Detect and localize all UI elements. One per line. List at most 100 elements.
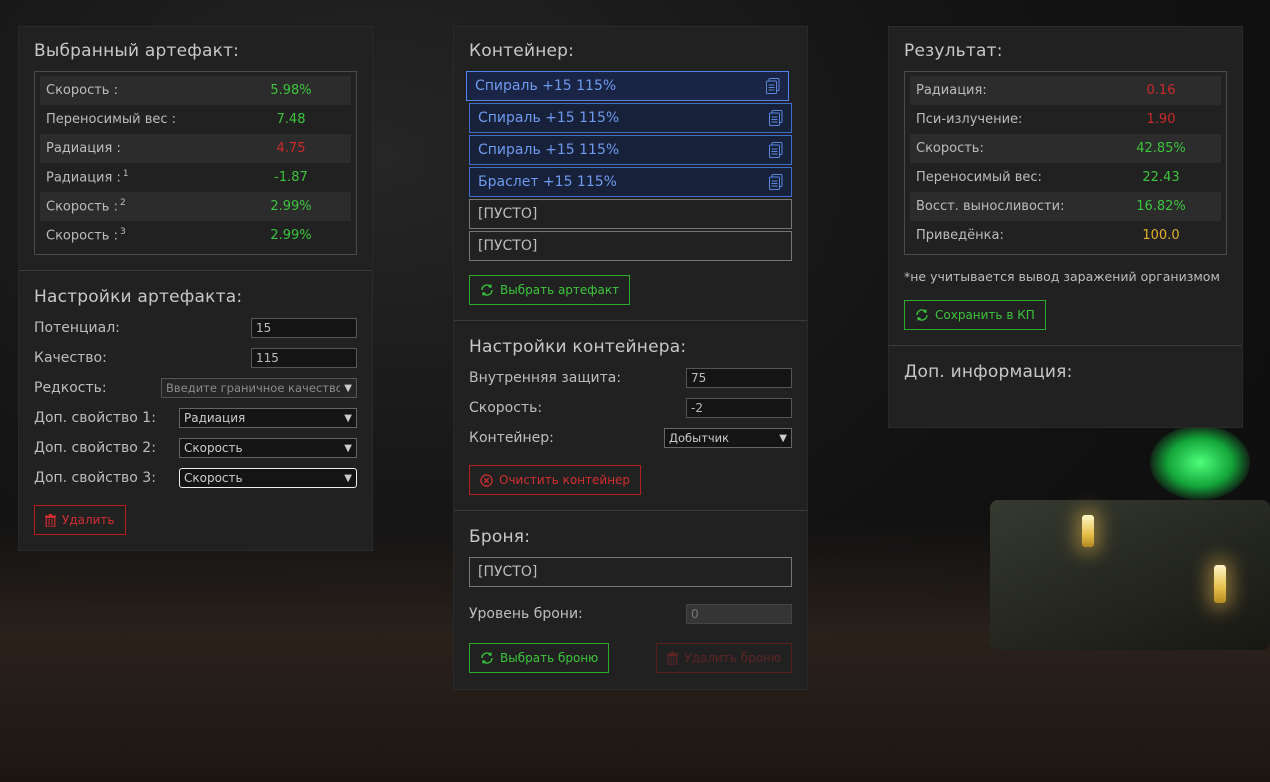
artifact-stat-row: Радиация :1 -1.87 [40, 163, 351, 192]
stat-label: Приведёнка: [916, 228, 1004, 243]
container-section: Контейнер: Спираль +15 115% Спираль +15 … [454, 27, 807, 321]
extra1-select-value: Радиация [184, 411, 246, 425]
stat-value: 5.98% [270, 83, 312, 98]
container-speed-input[interactable]: -2 [686, 398, 792, 418]
document-icon[interactable] [769, 142, 783, 158]
armor-level-input[interactable]: 0 [686, 604, 792, 624]
result-stat-row: Радиация: 0.16 [910, 76, 1221, 105]
trash-icon [667, 651, 679, 665]
stat-label: Радиация : [46, 141, 121, 156]
extra3-row: Доп. свойство 3: Скорость ▼ [34, 463, 357, 493]
slot-label: Спираль +15 115% [478, 110, 620, 126]
rarity-row: Редкость: Введите граничное качество ▼ [34, 373, 357, 403]
protection-input[interactable]: 75 [686, 368, 792, 388]
rarity-select[interactable]: Введите граничное качество ▼ [161, 378, 357, 398]
container-speed-row: Скорость: -2 [469, 393, 792, 423]
container-slot[interactable]: Браслет +15 115% [469, 167, 792, 197]
background-candle [1214, 565, 1226, 603]
document-icon[interactable] [769, 174, 783, 190]
quality-label: Качество: [34, 350, 107, 366]
stat-label: Скорость : [46, 228, 118, 244]
delete-artifact-button[interactable]: Удалить [34, 505, 126, 535]
result-section: Результат: Радиация: 0.16 Пси-излучение:… [889, 27, 1242, 346]
armor-slot-label: [ПУСТО] [478, 564, 538, 580]
result-stat-row: Восст. выносливости: 16.82% [910, 192, 1221, 221]
container-settings-title: Настройки контейнера: [469, 337, 687, 357]
extra1-row: Доп. свойство 1: Радиация ▼ [34, 403, 357, 433]
trash-icon [45, 513, 56, 527]
extra3-select-value: Скорость [184, 471, 243, 485]
stat-label: Скорость : [46, 199, 118, 215]
stat-superscript: 1 [122, 169, 129, 180]
artifact-stat-row: Радиация : 4.75 [40, 134, 351, 163]
chevron-down-icon: ▼ [344, 412, 352, 424]
container-settings-section: Настройки контейнера: Внутренняя защита:… [454, 321, 807, 511]
result-panel: Результат: Радиация: 0.16 Пси-излучение:… [888, 26, 1243, 428]
stat-label: Переносимый вес: [916, 170, 1042, 185]
stat-label: Пси-излучение: [916, 112, 1023, 127]
container-slot[interactable]: Спираль +15 115% [469, 103, 792, 133]
refresh-icon [916, 309, 928, 321]
select-artifact-button[interactable]: Выбрать артефакт [469, 275, 631, 305]
slot-label: [ПУСТО] [478, 238, 538, 254]
stat-value: 4.75 [276, 141, 306, 156]
artifact-settings-title: Настройки артефакта: [34, 287, 243, 307]
container-type-select[interactable]: Добытчик ▼ [664, 428, 792, 448]
extra2-select[interactable]: Скорость ▼ [179, 438, 357, 458]
stat-label: Восст. выносливости: [916, 199, 1065, 214]
artifact-stat-row: Скорость :2 2.99% [40, 192, 351, 221]
quality-input[interactable]: 115 [251, 348, 357, 368]
rarity-label: Редкость: [34, 380, 107, 396]
stat-value: 22.43 [1142, 170, 1180, 185]
stat-value: 2.99% [270, 228, 312, 243]
container-slot-empty[interactable]: [ПУСТО] [469, 199, 792, 229]
select-armor-label: Выбрать броню [500, 651, 599, 665]
extra1-select[interactable]: Радиация ▼ [179, 408, 357, 428]
clear-circle-icon [480, 473, 493, 487]
extra2-row: Доп. свойство 2: Скорость ▼ [34, 433, 357, 463]
result-stat-row: Переносимый вес: 22.43 [910, 163, 1221, 192]
delete-artifact-label: Удалить [62, 513, 115, 527]
clear-container-button[interactable]: Очистить контейнер [469, 465, 642, 495]
background-candle [1082, 515, 1094, 547]
extra-info-title: Доп. информация: [904, 362, 1073, 382]
selected-artifact-section: Выбранный артефакт: Скорость : 5.98% Пер… [19, 27, 372, 271]
container-slot-empty[interactable]: [ПУСТО] [469, 231, 792, 261]
chevron-down-icon: ▼ [344, 442, 352, 454]
potential-input[interactable]: 15 [251, 318, 357, 338]
stat-value: 16.82% [1136, 199, 1186, 214]
delete-armor-label: Удалить броню [684, 651, 781, 665]
potential-label: Потенциал: [34, 320, 120, 336]
container-slot[interactable]: Спираль +15 115% [466, 71, 789, 101]
artifact-stats-box: Скорость : 5.98% Переносимый вес : 7.48 … [34, 71, 357, 255]
stat-superscript: 2 [119, 198, 126, 209]
extra3-select[interactable]: Скорость ▼ [179, 468, 357, 488]
stat-label: Скорость : [46, 83, 118, 98]
result-title: Результат: [904, 41, 1003, 61]
stat-value: 7.48 [276, 112, 306, 127]
save-to-kp-button[interactable]: Сохранить в КП [904, 300, 1046, 330]
rarity-select-value: Введите граничное качество [166, 381, 341, 395]
artifact-stat-row: Переносимый вес : 7.48 [40, 105, 351, 134]
container-type-label: Контейнер: [469, 430, 554, 446]
extra3-label: Доп. свойство 3: [34, 470, 156, 486]
protection-row: Внутренняя защита: 75 [469, 363, 792, 393]
select-armor-button[interactable]: Выбрать броню [469, 643, 610, 673]
result-stat-row: Пси-излучение: 1.90 [910, 105, 1221, 134]
container-slot[interactable]: Спираль +15 115% [469, 135, 792, 165]
result-stat-row: Скорость: 42.85% [910, 134, 1221, 163]
delete-armor-button[interactable]: Удалить броню [656, 643, 792, 673]
armor-slot-empty[interactable]: [ПУСТО] [469, 557, 792, 587]
extra2-select-value: Скорость [184, 441, 243, 455]
refresh-icon [481, 284, 493, 296]
quality-row: Качество: 115 [34, 343, 357, 373]
stat-value: 1.90 [1146, 112, 1176, 127]
stat-superscript: 3 [119, 227, 126, 238]
result-stat-row: Приведёнка: 100.0 [910, 221, 1221, 250]
select-artifact-label: Выбрать артефакт [500, 283, 620, 297]
extra-info-section: Доп. информация: [889, 346, 1242, 406]
armor-title: Броня: [469, 527, 531, 547]
stat-value: 2.99% [270, 199, 312, 214]
document-icon[interactable] [769, 110, 783, 126]
document-icon[interactable] [766, 78, 780, 94]
